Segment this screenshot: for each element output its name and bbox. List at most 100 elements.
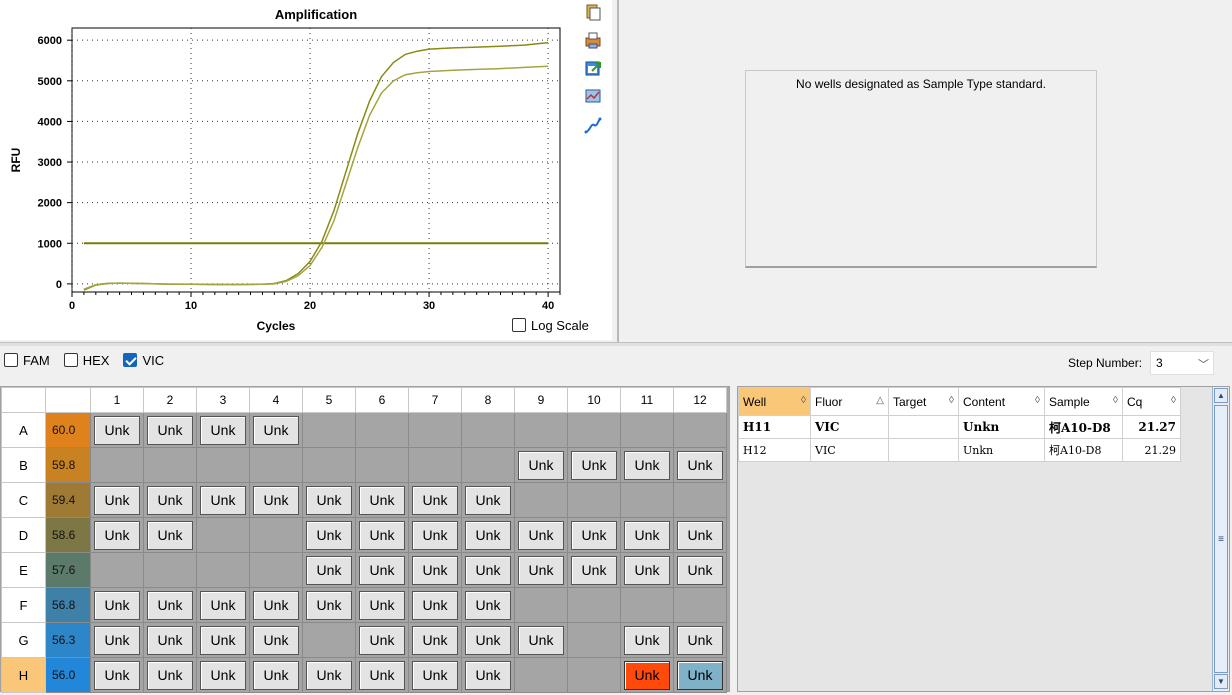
results-cell-fluor[interactable]: VIC bbox=[810, 415, 889, 439]
well-a4[interactable]: Unk bbox=[249, 412, 303, 448]
well-content-label[interactable]: Unk bbox=[359, 520, 405, 550]
well-content-label[interactable]: Unk bbox=[147, 590, 193, 620]
sort-icon[interactable]: △ bbox=[876, 395, 884, 406]
well-h9[interactable] bbox=[514, 657, 568, 693]
results-header-fluor[interactable]: Fluor △ bbox=[810, 387, 889, 416]
well-content-label[interactable]: Unk bbox=[94, 415, 140, 445]
well-content-label[interactable]: Unk bbox=[465, 590, 511, 620]
well-g12[interactable]: Unk bbox=[673, 622, 727, 658]
plate-row-header-a[interactable]: A bbox=[1, 412, 46, 448]
well-h12[interactable]: Unk bbox=[673, 657, 727, 693]
well-e4[interactable] bbox=[249, 552, 303, 588]
well-g11[interactable]: Unk bbox=[620, 622, 674, 658]
well-f11[interactable] bbox=[620, 587, 674, 623]
plate-row-header-f[interactable]: F bbox=[1, 587, 46, 623]
vertical-splitter[interactable] bbox=[617, 0, 621, 342]
well-content-label[interactable]: Unk bbox=[677, 660, 723, 690]
well-content-label[interactable]: Unk bbox=[200, 485, 246, 515]
well-b10[interactable]: Unk bbox=[567, 447, 621, 483]
well-d3[interactable] bbox=[196, 517, 250, 553]
well-content-label[interactable]: Unk bbox=[624, 660, 670, 690]
results-header-target[interactable]: Target ◊ bbox=[888, 387, 959, 416]
well-f1[interactable]: Unk bbox=[90, 587, 144, 623]
well-f9[interactable] bbox=[514, 587, 568, 623]
well-a11[interactable] bbox=[620, 412, 674, 448]
sort-icon[interactable]: ◊ bbox=[949, 395, 954, 406]
well-a10[interactable] bbox=[567, 412, 621, 448]
well-content-label[interactable]: Unk bbox=[412, 485, 458, 515]
log-scale-checkbox[interactable]: Log Scale bbox=[512, 316, 589, 334]
well-g1[interactable]: Unk bbox=[90, 622, 144, 658]
well-f4[interactable]: Unk bbox=[249, 587, 303, 623]
log-scale-check-box[interactable] bbox=[512, 318, 526, 332]
well-b6[interactable] bbox=[355, 447, 409, 483]
well-g8[interactable]: Unk bbox=[461, 622, 515, 658]
well-d8[interactable]: Unk bbox=[461, 517, 515, 553]
well-content-label[interactable]: Unk bbox=[677, 450, 723, 480]
well-content-label[interactable]: Unk bbox=[518, 520, 564, 550]
results-cell-cq[interactable]: 21.29 bbox=[1122, 438, 1181, 462]
well-content-label[interactable]: Unk bbox=[306, 660, 352, 690]
well-content-label[interactable]: Unk bbox=[147, 625, 193, 655]
well-content-label[interactable]: Unk bbox=[359, 660, 405, 690]
well-content-label[interactable]: Unk bbox=[412, 625, 458, 655]
well-content-label[interactable]: Unk bbox=[253, 415, 299, 445]
well-b9[interactable]: Unk bbox=[514, 447, 568, 483]
export-icon[interactable] bbox=[582, 58, 604, 78]
plate-column-header-9[interactable]: 9 bbox=[514, 387, 568, 413]
well-content-label[interactable]: Unk bbox=[306, 555, 352, 585]
well-g2[interactable]: Unk bbox=[143, 622, 197, 658]
well-h10[interactable] bbox=[567, 657, 621, 693]
well-c12[interactable] bbox=[673, 482, 727, 518]
chevron-down-icon[interactable]: ﹀ bbox=[1198, 356, 1209, 372]
plate-column-header-5[interactable]: 5 bbox=[302, 387, 356, 413]
well-content-label[interactable]: Unk bbox=[147, 660, 193, 690]
well-content-label[interactable]: Unk bbox=[94, 520, 140, 550]
results-cell-fluor[interactable]: VIC bbox=[810, 438, 889, 462]
copy-icon[interactable] bbox=[582, 2, 604, 22]
well-e8[interactable]: Unk bbox=[461, 552, 515, 588]
results-cell-well[interactable]: H11 bbox=[738, 415, 811, 439]
well-a2[interactable]: Unk bbox=[143, 412, 197, 448]
fluor-checkbox-vic[interactable]: VIC bbox=[123, 353, 164, 368]
plate-column-header-6[interactable]: 6 bbox=[355, 387, 409, 413]
well-b1[interactable] bbox=[90, 447, 144, 483]
well-content-label[interactable]: Unk bbox=[147, 485, 193, 515]
well-f12[interactable] bbox=[673, 587, 727, 623]
well-b8[interactable] bbox=[461, 447, 515, 483]
well-content-label[interactable]: Unk bbox=[518, 450, 564, 480]
curve-icon[interactable] bbox=[582, 116, 604, 136]
well-content-label[interactable]: Unk bbox=[147, 415, 193, 445]
well-f2[interactable]: Unk bbox=[143, 587, 197, 623]
well-c3[interactable]: Unk bbox=[196, 482, 250, 518]
well-a9[interactable] bbox=[514, 412, 568, 448]
well-d1[interactable]: Unk bbox=[90, 517, 144, 553]
well-content-label[interactable]: Unk bbox=[465, 485, 511, 515]
plate-row-header-h[interactable]: H bbox=[1, 657, 46, 693]
plate-corner[interactable] bbox=[1, 387, 46, 413]
well-c5[interactable]: Unk bbox=[302, 482, 356, 518]
well-f5[interactable]: Unk bbox=[302, 587, 356, 623]
well-a3[interactable]: Unk bbox=[196, 412, 250, 448]
well-a7[interactable] bbox=[408, 412, 462, 448]
well-content-label[interactable]: Unk bbox=[465, 625, 511, 655]
well-content-label[interactable]: Unk bbox=[253, 660, 299, 690]
well-c11[interactable] bbox=[620, 482, 674, 518]
well-g4[interactable]: Unk bbox=[249, 622, 303, 658]
fluor-check-box[interactable] bbox=[4, 353, 18, 367]
well-e7[interactable]: Unk bbox=[408, 552, 462, 588]
plate-row-header-c[interactable]: C bbox=[1, 482, 46, 518]
plate-column-header-1[interactable]: 1 bbox=[90, 387, 144, 413]
well-content-label[interactable]: Unk bbox=[200, 660, 246, 690]
well-content-label[interactable]: Unk bbox=[412, 555, 458, 585]
scroll-thumb[interactable]: ≡ bbox=[1214, 405, 1228, 673]
well-c2[interactable]: Unk bbox=[143, 482, 197, 518]
well-h1[interactable]: Unk bbox=[90, 657, 144, 693]
plate-column-header-4[interactable]: 4 bbox=[249, 387, 303, 413]
well-content-label[interactable]: Unk bbox=[465, 660, 511, 690]
plate-column-header-7[interactable]: 7 bbox=[408, 387, 462, 413]
well-h2[interactable]: Unk bbox=[143, 657, 197, 693]
well-g5[interactable] bbox=[302, 622, 356, 658]
table-row[interactable]: H12 VIC Unkn 柯A10-D8 21.29 bbox=[738, 438, 1181, 462]
results-cell-well[interactable]: H12 bbox=[738, 438, 811, 462]
